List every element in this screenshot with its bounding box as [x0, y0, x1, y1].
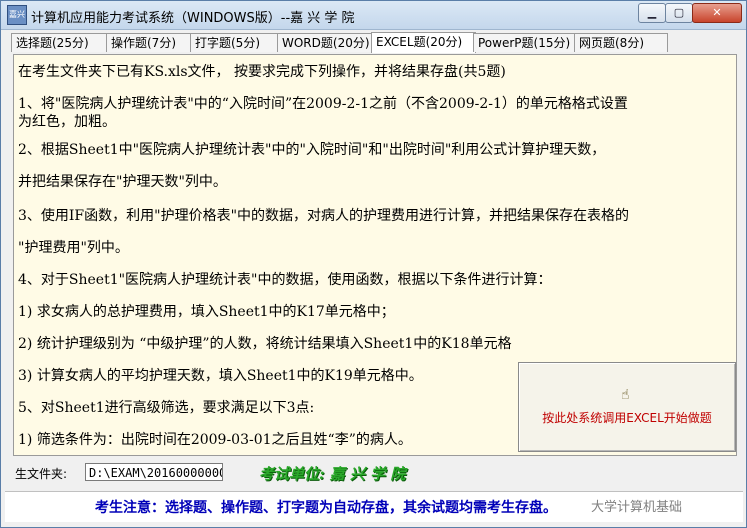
tab-powerpoint[interactable]: PowerP题(15分) — [473, 33, 578, 52]
tab-operation[interactable]: 操作题(7分) — [106, 33, 194, 52]
maximize-button[interactable]: ▢ — [665, 3, 693, 23]
minimize-button[interactable]: ▁ — [638, 3, 666, 23]
question-line: 并把结果保存在"护理天数"列中。 — [18, 174, 227, 190]
question-line: 为红色，加粗。 — [18, 114, 116, 130]
tab-excel[interactable]: EXCEL题(20分) — [371, 32, 476, 53]
question-line: 2) 统计护理级别为 “中级护理”的人数，将统计结果填入Sheet1中的K18单… — [18, 336, 512, 352]
question-line: "护理费用"列中。 — [18, 240, 129, 256]
tab-typing[interactable]: 打字题(5分) — [190, 33, 280, 52]
question-line: 1、将"医院病人护理统计表"中的“入院时间”在2009-2-1之前（不含2009… — [18, 96, 628, 112]
close-button[interactable]: ✕ — [692, 3, 742, 23]
app-icon: 嘉兴 — [7, 5, 27, 25]
notice-text: 考生注意：选择题、操作题、打字题为自动存盘，其余试题均需考生存盘。 — [95, 500, 557, 516]
hand-pointer-icon: ☝ — [621, 387, 630, 403]
question-line: 4、对于Sheet1"医院病人护理统计表"中的数据，使用函数，根据以下条件进行计… — [18, 272, 552, 288]
question-line: 3、使用IF函数，利用"护理价格表"中的数据，对病人的护理费用进行计算，并把结果… — [18, 208, 630, 224]
title-bar[interactable]: 嘉兴 计算机应用能力考试系统（WINDOWS版）--嘉 兴 学 院 ▁ ▢ ✕ — [1, 1, 746, 30]
question-intro: 在考生文件夹下已有KS.xls文件， 按要求完成下列操作，并将结果存盘(共5题) — [18, 64, 506, 80]
tab-choice[interactable]: 选择题(25分) — [11, 33, 109, 52]
launch-excel-button[interactable]: ☝ 按此处系统调用EXCEL开始做题 — [518, 362, 736, 452]
window-title: 计算机应用能力考试系统（WINDOWS版）--嘉 兴 学 院 — [31, 11, 355, 26]
folder-path-field[interactable]: D:\EXAM\20160000000 — [85, 463, 223, 481]
question-line: 2、根据Sheet1中"医院病人护理统计表"中的"入院时间"和"出院时间"利用公… — [18, 142, 606, 158]
app-window: 嘉兴 计算机应用能力考试系统（WINDOWS版）--嘉 兴 学 院 ▁ ▢ ✕ … — [0, 0, 747, 528]
folder-label: 生文件夹: — [15, 467, 68, 481]
launch-excel-label: 按此处系统调用EXCEL开始做题 — [542, 411, 712, 425]
organization-label: 考试单位: 嘉 兴 学 院 — [259, 465, 406, 483]
tab-webpage[interactable]: 网页题(8分) — [574, 33, 668, 52]
tab-word[interactable]: WORD题(20分) — [277, 33, 377, 52]
watermark-text: 大学计算机基础 — [591, 500, 683, 515]
question-line: 1) 求女病人的总护理费用，填入Sheet1中的K17单元格中； — [18, 304, 395, 320]
question-line: 5、对Sheet1进行高级筛选，要求满足以下3点: — [18, 400, 315, 416]
question-line: 3) 计算女病人的平均护理天数，填入Sheet1中的K19单元格中。 — [18, 368, 423, 384]
question-line: 1) 筛选条件为：出院时间在2009-03-01之后且姓“李”的病人。 — [18, 432, 412, 448]
